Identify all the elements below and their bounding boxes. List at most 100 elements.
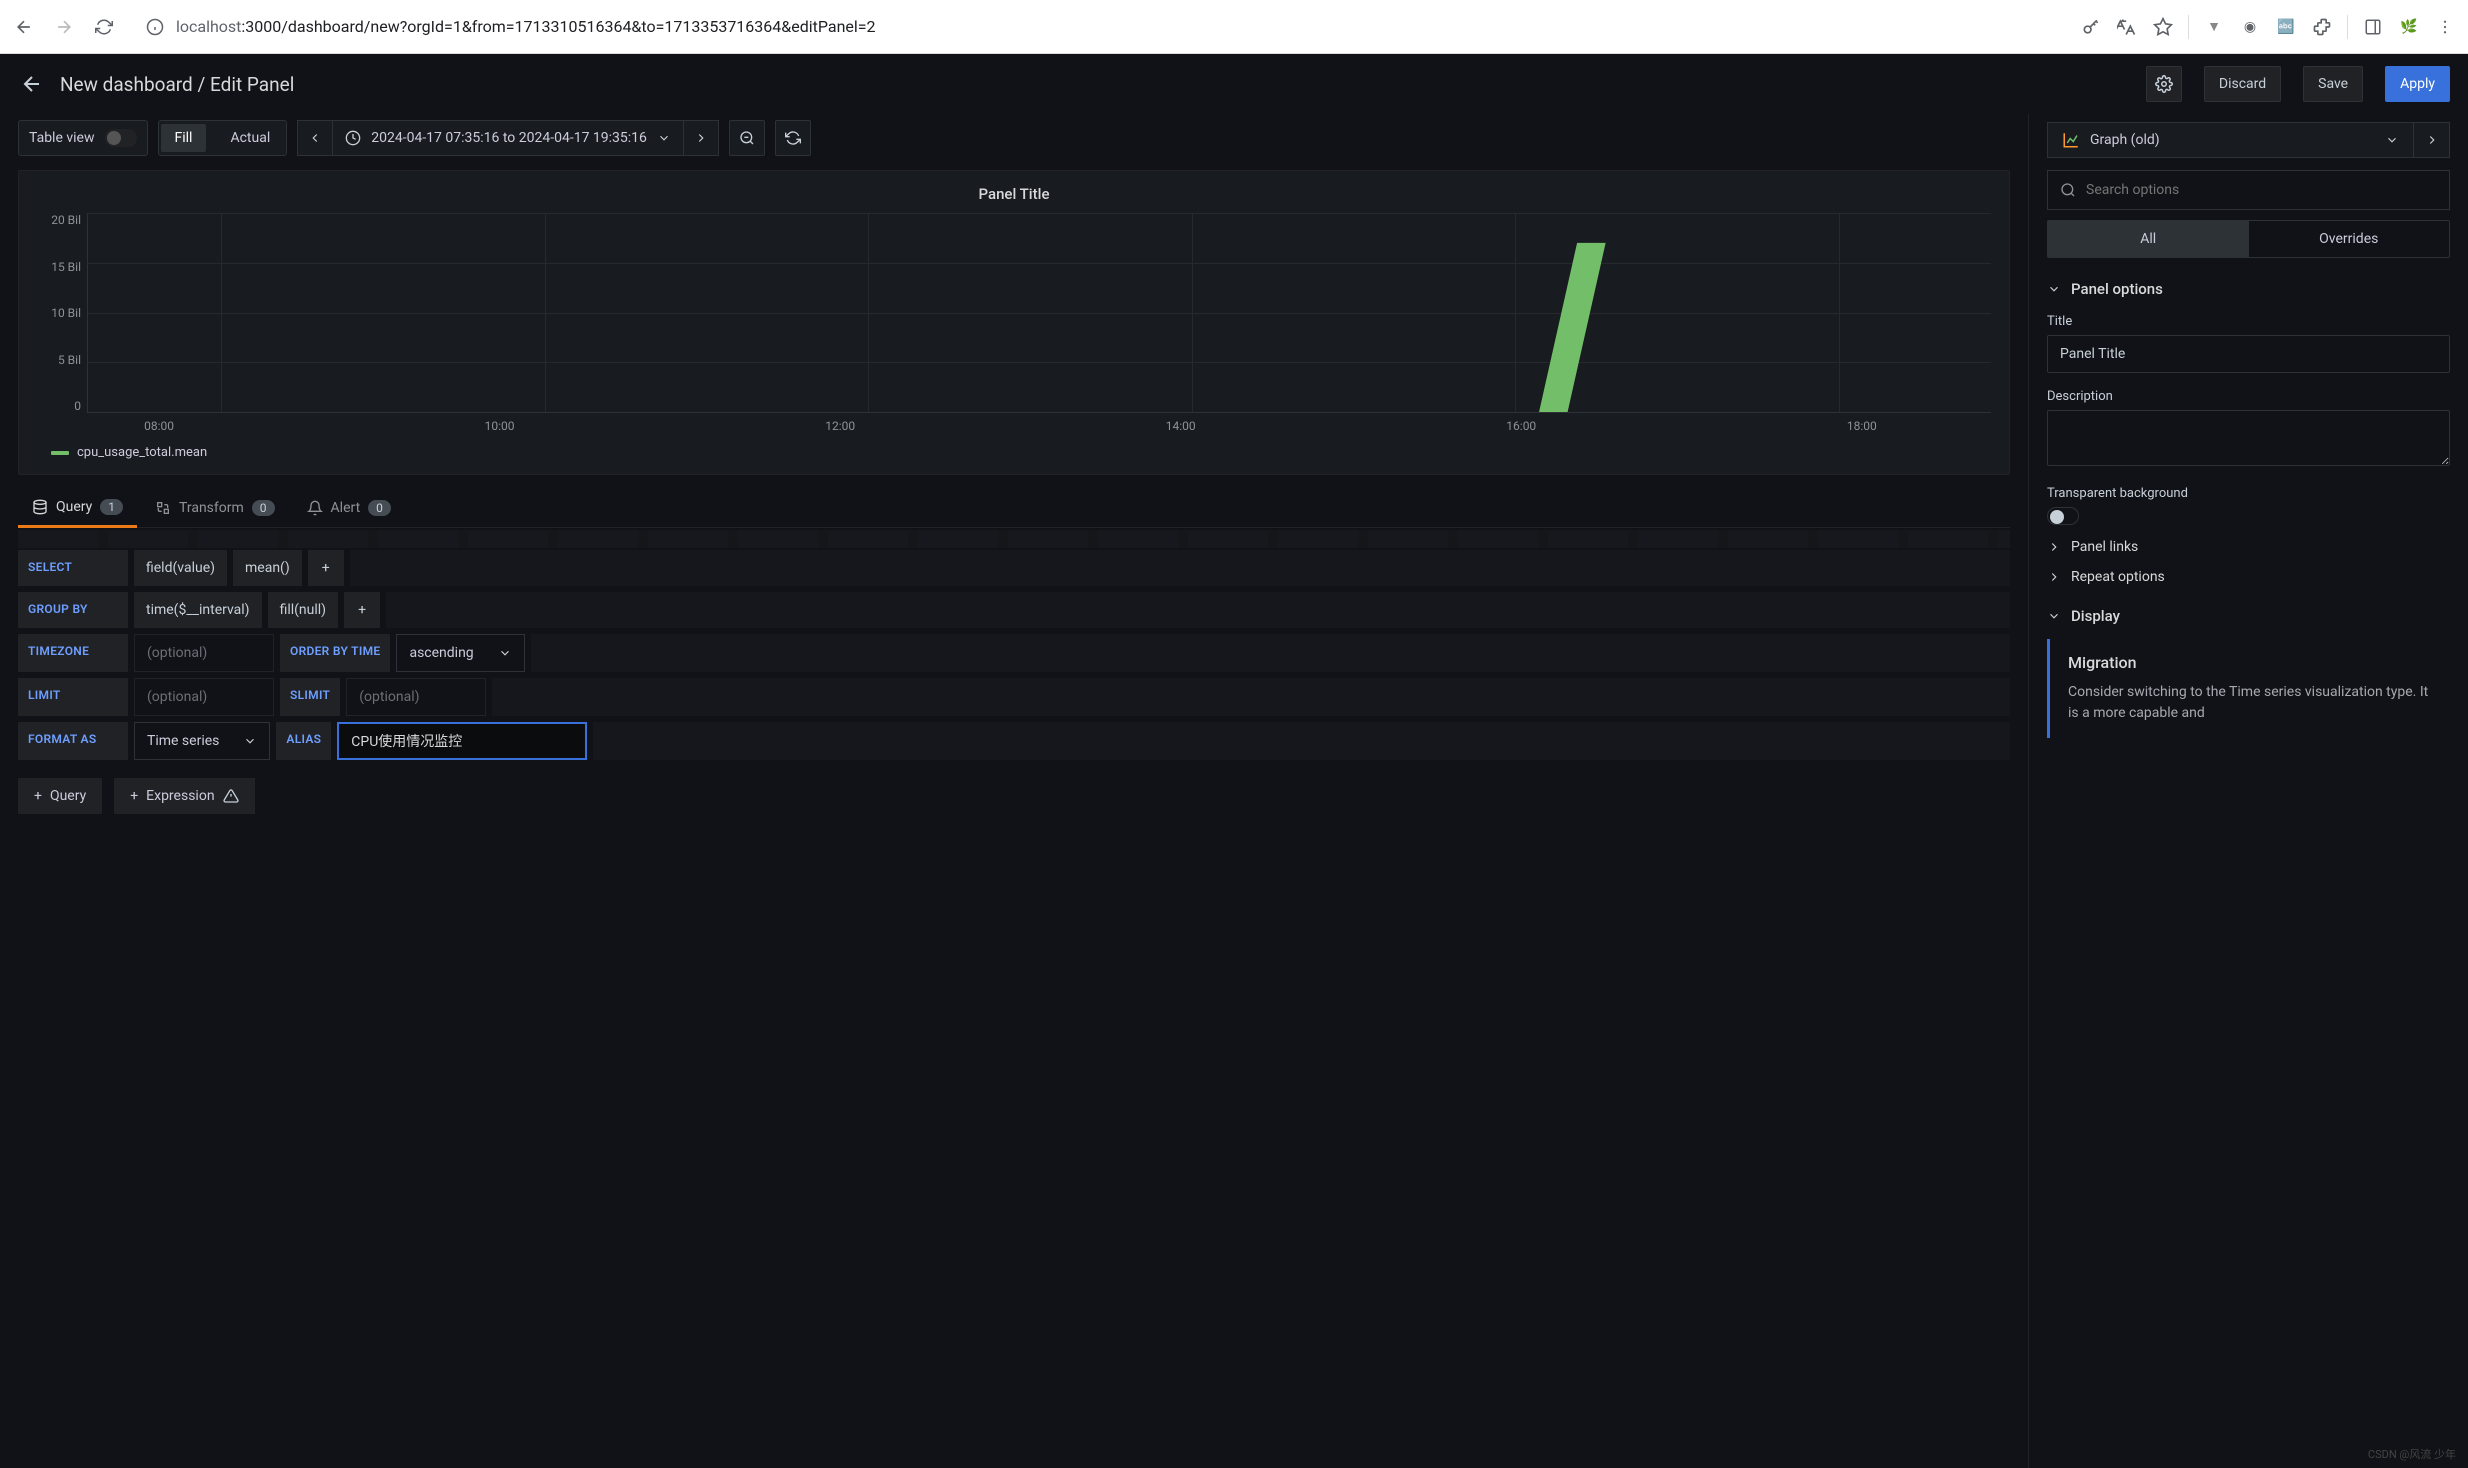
transparent-bg-label: Transparent background [2047, 486, 2450, 501]
mean-chip[interactable]: mean() [233, 550, 302, 586]
viz-expand-button[interactable] [2414, 122, 2450, 158]
description-input[interactable] [2047, 410, 2450, 466]
display-section[interactable]: Display [2047, 607, 2450, 625]
ext-gtranslate-icon[interactable]: 🔤 [2275, 16, 2297, 38]
forward-icon[interactable] [52, 15, 76, 39]
settings-button[interactable] [2146, 66, 2182, 102]
timezone-input[interactable]: (optional) [134, 634, 274, 672]
options-tabs: All Overrides [2047, 220, 2450, 258]
back-icon[interactable] [12, 15, 36, 39]
limit-label[interactable]: LIMIT [18, 678, 128, 716]
select-label[interactable]: SELECT [18, 550, 128, 586]
viz-picker-label: Graph (old) [2090, 132, 2160, 148]
slimit-input[interactable]: (optional) [346, 678, 486, 716]
url-text: localhost:3000/dashboard/new?orgId=1&fro… [176, 17, 876, 36]
panel-links-section[interactable]: Panel links [2047, 539, 2450, 555]
search-options[interactable] [2047, 170, 2450, 210]
options-sidebar: Graph (old) All Overrides Panel options … [2028, 114, 2468, 1468]
migration-title: Migration [2068, 653, 2432, 672]
ext-chrome-icon[interactable]: ◉ [2239, 16, 2261, 38]
time-range-picker: 2024-04-17 07:35:16 to 2024-04-17 19:35:… [297, 120, 719, 156]
fill-null-chip[interactable]: fill(null) [268, 592, 339, 628]
search-options-input[interactable] [2086, 182, 2437, 198]
database-icon [32, 499, 48, 515]
formatas-label[interactable]: FORMAT AS [18, 722, 128, 760]
save-button[interactable]: Save [2303, 66, 2363, 102]
chart-legend[interactable]: cpu_usage_total.mean [51, 445, 1991, 460]
orderby-label[interactable]: ORDER BY TIME [280, 634, 390, 672]
actual-button[interactable]: Actual [216, 124, 284, 152]
plus-icon: + [130, 788, 138, 804]
chevron-right-icon [2047, 570, 2061, 584]
zoom-out-button[interactable] [729, 120, 765, 156]
limit-input[interactable]: (optional) [134, 678, 274, 716]
timezone-label[interactable]: TIMEZONE [18, 634, 128, 672]
add-expression-button[interactable]: + Expression [114, 778, 254, 814]
chart-panel: Panel Title 20 Bil 15 Bil 10 Bil 5 Bil 0… [18, 170, 2010, 475]
chevron-down-icon [2047, 282, 2061, 296]
alias-input[interactable] [337, 722, 587, 760]
groupby-add-button[interactable]: + [344, 592, 380, 628]
time-next-button[interactable] [683, 120, 719, 156]
add-query-button[interactable]: + Query [18, 778, 102, 814]
reload-icon[interactable] [92, 15, 116, 39]
transparent-bg-toggle[interactable] [2047, 507, 2079, 525]
chevron-down-icon [657, 131, 671, 145]
title-input[interactable] [2047, 335, 2450, 373]
apply-button[interactable]: Apply [2385, 66, 2450, 102]
clock-icon [345, 130, 361, 146]
migration-notice: Migration Consider switching to the Time… [2047, 639, 2450, 738]
time-prev-button[interactable] [297, 120, 333, 156]
back-arrow-icon[interactable] [18, 70, 46, 98]
plus-icon: + [34, 788, 42, 804]
tab-overrides[interactable]: Overrides [2249, 221, 2450, 257]
fill-actual-segment: Fill Actual [158, 120, 288, 156]
url-bar[interactable]: localhost:3000/dashboard/new?orgId=1&fro… [132, 16, 2064, 38]
table-view-toggle[interactable]: Table view [18, 120, 148, 156]
translate-icon[interactable] [2116, 16, 2138, 38]
select-add-button[interactable]: + [308, 550, 344, 586]
panel-toolbar: Table view Fill Actual 2024-04-17 07:35:… [18, 114, 2010, 162]
menu-icon[interactable] [2434, 16, 2456, 38]
refresh-button[interactable] [775, 120, 811, 156]
key-icon[interactable] [2080, 16, 2102, 38]
chart-grid[interactable] [87, 213, 1991, 413]
toggle-icon [105, 129, 137, 147]
search-icon [2060, 182, 2076, 198]
alias-label[interactable]: ALIAS [276, 722, 331, 760]
profile-icon[interactable]: 🌿 [2398, 16, 2420, 38]
query-tabs: Query 1 Transform 0 Alert 0 [18, 489, 2010, 528]
tab-all[interactable]: All [2048, 221, 2249, 257]
table-view-label: Table view [29, 130, 95, 146]
chevron-down-icon [2385, 133, 2399, 147]
slimit-label[interactable]: SLIMIT [280, 678, 340, 716]
groupby-label[interactable]: GROUP BY [18, 592, 128, 628]
legend-swatch-icon [51, 451, 69, 455]
description-label: Description [2047, 389, 2450, 404]
browser-bar: localhost:3000/dashboard/new?orgId=1&fro… [0, 0, 2468, 54]
app-header: New dashboard / Edit Panel Discard Save … [0, 54, 2468, 114]
chevron-down-icon [498, 646, 512, 660]
fill-button[interactable]: Fill [161, 124, 207, 152]
panel-options-section[interactable]: Panel options [2047, 280, 2450, 298]
query-editor: SELECT field(value) mean() + GROUP BY ti… [18, 530, 2010, 1468]
repeat-options-section[interactable]: Repeat options [2047, 569, 2450, 585]
orderby-select[interactable]: ascending [396, 634, 524, 672]
tab-alert[interactable]: Alert 0 [293, 489, 405, 527]
tab-transform[interactable]: Transform 0 [141, 489, 289, 527]
formatas-select[interactable]: Time series [134, 722, 270, 760]
sidepanel-icon[interactable] [2362, 16, 2384, 38]
extensions-icon[interactable] [2311, 16, 2333, 38]
breadcrumb: New dashboard / Edit Panel [60, 73, 294, 96]
field-value-chip[interactable]: field(value) [134, 550, 227, 586]
title-label: Title [2047, 314, 2450, 329]
ext-v-icon[interactable]: ▼ [2203, 16, 2225, 38]
discard-button[interactable]: Discard [2204, 66, 2281, 102]
time-range-button[interactable]: 2024-04-17 07:35:16 to 2024-04-17 19:35:… [333, 120, 683, 156]
viz-picker-button[interactable]: Graph (old) [2047, 122, 2414, 158]
star-icon[interactable] [2152, 16, 2174, 38]
tab-query[interactable]: Query 1 [18, 489, 137, 528]
time-interval-chip[interactable]: time($__interval) [134, 592, 262, 628]
x-axis: 08:00 10:00 12:00 14:00 16:00 18:00 [87, 413, 1991, 433]
panel-title: Panel Title [37, 181, 1991, 213]
